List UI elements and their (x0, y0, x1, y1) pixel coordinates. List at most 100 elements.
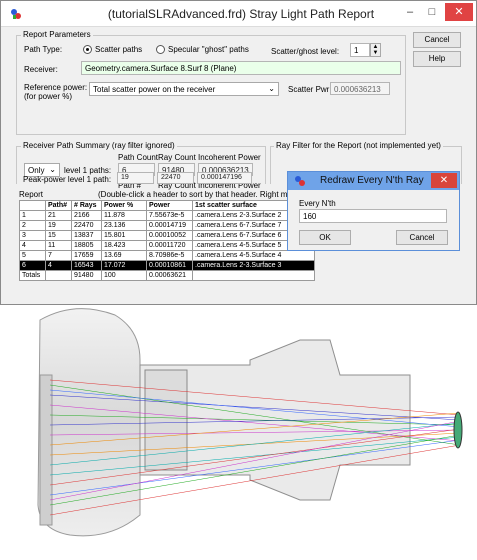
cell-power-pct: 100 (101, 270, 147, 281)
app-logo-icon (295, 176, 305, 186)
table-row-selected[interactable]: 6 4 16543 17.072 0.00010861 .camera.Lens… (19, 260, 315, 271)
column-header-power-pct[interactable]: Power % (101, 200, 147, 211)
title-bar[interactable]: (tutorialSLRAdvanced.frd) Stray Light Pa… (1, 1, 476, 27)
cell-index: 2 (19, 220, 46, 231)
help-button[interactable]: Help (413, 51, 461, 67)
peak-power-field: 0.000147196 (197, 172, 252, 184)
dropdown-arrow-icon: ⌄ (49, 165, 56, 174)
sensor-plane (39, 374, 53, 526)
cell-rays: 17659 (71, 250, 102, 261)
table-row[interactable]: 1 21 2166 11.878 7.55673e-5 .camera.Lens… (19, 210, 315, 221)
cell-index: 5 (19, 250, 46, 261)
report-label: Report (19, 190, 44, 199)
scatter-paths-label: Scatter paths (95, 45, 143, 54)
cell-power-pct: 15.801 (101, 230, 147, 241)
cell-index: 1 (19, 210, 46, 221)
report-header-row: Path# # Rays Power % Power 1st scatter s… (19, 200, 315, 211)
report-parameters-label: Report Parameters (21, 30, 93, 39)
reference-power-label: Reference power: (24, 83, 88, 92)
cell-first-scatter (192, 270, 315, 281)
cell-power: 0.00011720 (146, 240, 193, 251)
dropdown-arrow-icon: ⌄ (268, 84, 275, 93)
dialog-ok-button[interactable]: OK (299, 230, 351, 245)
scatter-level-label: Scatter/ghost level: (271, 47, 340, 56)
window-title: (tutorialSLRAdvanced.frd) Stray Light Pa… (107, 7, 375, 21)
table-row[interactable]: 3 15 13837 15.801 0.00010052 .camera.Len… (19, 230, 315, 241)
camera-body-shape (37, 308, 141, 537)
cell-index: 4 (19, 240, 46, 251)
report-hint: (Double-click a header to sort by that h… (98, 190, 311, 199)
every-nth-label: Every N'th (299, 199, 336, 208)
ray-filter-label: Ray Filter for the Report (not implement… (274, 141, 443, 150)
cell-first-scatter: .camera.Lens 4-5.Surface 4 (192, 250, 315, 261)
minimize-button[interactable]: – (399, 3, 421, 21)
lens-ring (144, 369, 188, 471)
redraw-dialog: Redraw Every N'th Ray ✕ Every N'th 160 O… (287, 171, 460, 251)
cell-power-pct: 23.136 (101, 220, 147, 231)
path-type-label: Path Type: (24, 45, 63, 54)
dialog-close-button[interactable]: ✕ (431, 173, 457, 188)
column-header-rays[interactable]: # Rays (71, 200, 102, 211)
cell-path: 4 (45, 260, 72, 271)
cell-power-pct: 17.072 (101, 260, 147, 271)
table-row[interactable]: 4 11 18805 18.423 0.00011720 .camera.Len… (19, 240, 315, 251)
dialog-title-bar[interactable]: Redraw Every N'th Ray ✕ (288, 172, 459, 190)
ray-trace-viewport[interactable] (0, 305, 477, 558)
cell-power: 0.00010052 (146, 230, 193, 241)
cell-rays: 18805 (71, 240, 102, 251)
column-header-power[interactable]: Power (146, 200, 193, 211)
cell-power-pct: 13.69 (101, 250, 147, 261)
cancel-button[interactable]: Cancel (413, 32, 461, 48)
dialog-cancel-button[interactable]: Cancel (396, 230, 448, 245)
specular-paths-radio[interactable] (156, 45, 165, 54)
receiver-field[interactable]: Geometry.camera.Surface 8.Surf 8 (Plane) (81, 61, 401, 75)
scatter-level-input[interactable]: 1 (350, 43, 370, 57)
stray-light-report-window: (tutorialSLRAdvanced.frd) Stray Light Pa… (0, 0, 477, 305)
close-button[interactable]: ✕ (445, 3, 473, 21)
table-row[interactable]: 2 19 22470 23.136 0.00014719 .camera.Len… (19, 220, 315, 231)
every-nth-input[interactable]: 160 (299, 209, 447, 223)
cell-power: 0.00010861 (146, 260, 193, 271)
table-row[interactable]: 5 7 17659 13.69 8.70986e-5 .camera.Lens … (19, 250, 315, 261)
receiver-label: Receiver: (24, 65, 58, 74)
cell-path (45, 270, 72, 281)
column-header-index[interactable] (19, 200, 46, 211)
cell-path: 11 (45, 240, 72, 251)
scatter-pwr-label: Scatter Pwr: (288, 85, 332, 94)
cell-rays: 13837 (71, 230, 102, 241)
incoherent-power-header: Incoherent Power (198, 153, 261, 162)
cell-first-scatter: .camera.Lens 2-3.Surface 3 (192, 260, 315, 271)
peak-path-field: 19 (117, 172, 154, 184)
cell-path: 7 (45, 250, 72, 261)
cell-power: 7.55673e-5 (146, 210, 193, 221)
source-aperture (453, 411, 463, 449)
scatter-paths-radio[interactable] (83, 45, 92, 54)
reference-power-select[interactable]: Total scatter power on the receiver ⌄ (89, 82, 279, 96)
camera-lens-render (37, 308, 463, 537)
reference-power-sublabel: (for power %) (24, 92, 73, 101)
path-count-header: Path Count (118, 153, 159, 162)
cell-path: 15 (45, 230, 72, 241)
cell-power-pct: 18.423 (101, 240, 147, 251)
cell-index: 3 (19, 230, 46, 241)
maximize-button[interactable]: □ (421, 3, 443, 21)
report-table[interactable]: Path# # Rays Power % Power 1st scatter s… (19, 200, 315, 281)
cell-index: 6 (19, 260, 46, 271)
specular-paths-label: Specular "ghost" paths (168, 45, 249, 54)
level-filter-value: Only (28, 166, 45, 175)
cell-power: 0.00063621 (146, 270, 193, 281)
column-header-path[interactable]: Path# (45, 200, 72, 211)
spinner-arrows-icon[interactable]: ▲ ▼ (370, 43, 381, 57)
app-logo-icon (11, 9, 21, 19)
level1-paths-label: level 1 paths: (64, 166, 112, 175)
cell-path: 21 (45, 210, 72, 221)
cell-rays: 91480 (71, 270, 102, 281)
cell-rays: 22470 (71, 220, 102, 231)
cell-rays: 16543 (71, 260, 102, 271)
dialog-title: Redraw Every N'th Ray (320, 175, 424, 186)
reference-power-value: Total scatter power on the receiver (93, 85, 216, 94)
peak-power-label: Peak-power level 1 path: (23, 175, 112, 184)
cell-power: 0.00014719 (146, 220, 193, 231)
ray-count-header: Ray Count (158, 153, 196, 162)
scatter-pwr-field: 0.000636213 (330, 82, 390, 95)
